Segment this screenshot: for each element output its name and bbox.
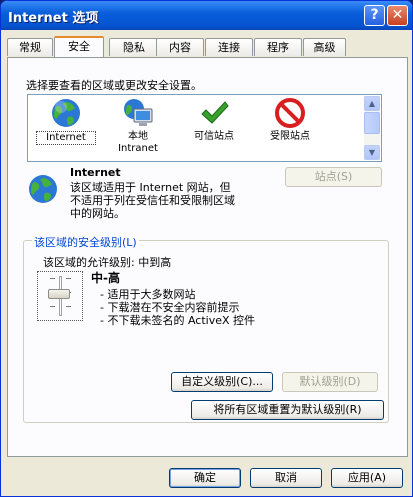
tab-connections[interactable]: 连接: [205, 38, 253, 56]
default-level-button[interactable]: 默认级别(D): [282, 372, 378, 392]
title-bar[interactable]: Internet 选项 ? ✕: [1, 1, 412, 30]
tab-security[interactable]: 安全: [54, 36, 104, 57]
allowed-level-label: 该区域的允许级别: 中到高: [43, 256, 172, 269]
reset-all-zones-button[interactable]: 将所有区域重置为默认级别(R): [191, 400, 384, 420]
zone-label-internet: Internet: [36, 131, 96, 145]
slider-tick: [50, 306, 55, 307]
ok-button[interactable]: 确定: [169, 468, 241, 488]
computer-icon: [124, 99, 153, 126]
internet-options-dialog: Internet 选项 ? ✕ 常规 安全 隐私 内容 连接 程序 高级 选择要…: [0, 0, 413, 497]
zone-list-scrollbar[interactable]: ▲ ▼: [364, 96, 380, 160]
slider-tick: [50, 278, 55, 279]
security-level-group-title: 该区域的安全级别(L): [32, 234, 139, 250]
tab-content[interactable]: 内容: [156, 38, 204, 56]
slider-tick: [66, 306, 71, 307]
slider-thumb[interactable]: [48, 289, 70, 299]
zone-name: Internet: [70, 166, 121, 179]
zone-label-trusted-sites: 可信站点: [194, 131, 234, 142]
scroll-down-button[interactable]: ▼: [364, 145, 380, 160]
security-level-bullet: - 不下载未签名的 ActiveX 控件: [100, 314, 256, 327]
checkmark-icon: [201, 101, 229, 124]
zone-list: Internet 本地 Intranet 可信站点 受限站点 ▲ ▼: [27, 94, 382, 162]
zone-item-local-intranet[interactable]: 本地 Intranet: [108, 97, 168, 155]
tab-programs[interactable]: 程序: [254, 38, 302, 56]
tab-general[interactable]: 常规: [7, 38, 53, 56]
zone-label-local-intranet: 本地 Intranet: [118, 131, 158, 154]
security-level-name: 中-高: [91, 271, 120, 285]
scroll-up-button[interactable]: ▲: [364, 96, 380, 111]
slider-tick: [66, 278, 71, 279]
close-button[interactable]: ✕: [387, 5, 408, 26]
restricted-icon: [275, 98, 305, 128]
zone-label-restricted-sites: 受限站点: [270, 131, 310, 142]
sites-button[interactable]: 站点(S): [285, 167, 382, 187]
zone-item-internet[interactable]: Internet: [36, 97, 96, 145]
globe-icon: [52, 99, 80, 127]
tab-advanced[interactable]: 高级: [303, 38, 346, 56]
zone-description-line3: 中的网站。: [70, 207, 125, 220]
zone-prompt: 选择要查看的区域或更改安全设置。: [26, 79, 202, 92]
zone-item-restricted-sites[interactable]: 受限站点: [260, 97, 320, 143]
zone-item-trusted-sites[interactable]: 可信站点: [184, 97, 244, 143]
apply-button[interactable]: 应用(A): [331, 468, 403, 488]
globe-icon: [29, 175, 57, 203]
scroll-thumb[interactable]: [364, 112, 380, 134]
help-button[interactable]: ?: [364, 5, 385, 26]
security-level-slider[interactable]: [37, 271, 83, 321]
window-title: Internet 选项: [8, 11, 99, 26]
custom-level-button[interactable]: 自定义级别(C)...: [171, 372, 273, 392]
tab-privacy[interactable]: 隐私: [109, 38, 159, 56]
cancel-button[interactable]: 取消: [250, 468, 322, 488]
